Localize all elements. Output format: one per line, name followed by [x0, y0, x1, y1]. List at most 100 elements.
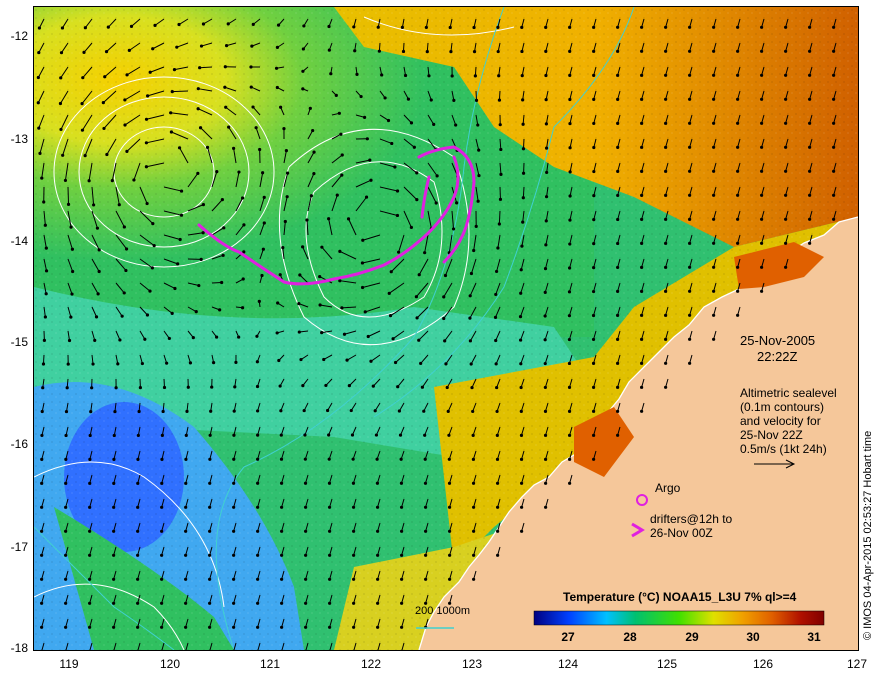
velocity-arrowhead [592, 121, 596, 126]
velocity-arrowhead [240, 306, 245, 310]
velocity-arrowhead [400, 601, 404, 605]
velocity-arrowhead [736, 241, 740, 245]
velocity-arrowhead [495, 433, 499, 437]
velocity-arrowhead [83, 26, 87, 30]
velocity-arrowhead [496, 553, 500, 557]
colorbar-tick-29: 29 [685, 630, 699, 644]
velocity-arrowhead [543, 267, 548, 271]
velocity-arrowhead [237, 335, 241, 339]
velocity-arrowhead [309, 194, 313, 198]
velocity-arrowhead [397, 409, 401, 413]
velocity-arrowhead [233, 385, 237, 389]
velocity-arrowhead [640, 73, 644, 77]
velocity-arrowhead [448, 577, 452, 581]
velocity-arrowhead [403, 73, 408, 78]
velocity-arrowhead [222, 226, 226, 230]
velocity-arrowhead [59, 76, 63, 80]
velocity-arrowhead [278, 384, 282, 388]
velocity-arrowhead [832, 49, 836, 53]
velocity-arrowhead [280, 553, 284, 557]
velocity-arrowhead [175, 45, 179, 49]
velocity-arrowhead [521, 171, 526, 175]
velocity-arrowhead [328, 553, 332, 557]
velocity-arrowhead [165, 361, 169, 365]
velocity-arrowhead [112, 505, 116, 509]
velocity-arrowhead [592, 97, 596, 101]
velocity-arrowhead [520, 49, 524, 54]
velocity-arrowhead [832, 73, 836, 77]
velocity-arrowhead [760, 193, 764, 197]
velocity-arrowhead [688, 241, 692, 245]
velocity-arrowhead [215, 169, 219, 174]
velocity-arrowhead [352, 577, 356, 581]
velocity-arrowhead [337, 111, 341, 115]
velocity-arrowhead [736, 169, 740, 173]
velocity-arrowhead [543, 314, 547, 318]
velocity-arrowhead [256, 553, 260, 557]
velocity-arrowhead [375, 505, 380, 509]
velocity-arrowhead [80, 102, 84, 106]
velocity-arrowhead [208, 577, 212, 581]
velocity-arrowhead [95, 226, 100, 230]
velocity-arrowhead [736, 265, 740, 269]
velocity-arrowhead [282, 127, 286, 131]
velocity-arrowhead [137, 409, 141, 414]
velocity-arrowhead [184, 553, 188, 557]
velocity-arrowhead [567, 314, 572, 318]
velocity-arrowhead [474, 224, 478, 228]
velocity-arrowhead [184, 433, 188, 437]
velocity-arrowhead [279, 457, 284, 461]
velocity-arrowhead [409, 121, 414, 125]
velocity-arrowhead [544, 146, 549, 150]
velocity-arrowhead [256, 505, 260, 509]
velocity-arrowhead [251, 105, 255, 109]
velocity-arrowhead [376, 553, 380, 557]
velocity-arrowhead [447, 481, 452, 485]
credit-text: © IMOS 04-Apr-2015 02:53:27 Hobart time [862, 430, 874, 640]
velocity-arrowhead [88, 529, 92, 533]
velocity-arrowhead [664, 49, 668, 53]
velocity-arrowhead [129, 24, 134, 28]
velocity-arrowhead [498, 123, 502, 127]
velocity-arrowhead [377, 49, 381, 53]
velocity-arrowhead [64, 505, 68, 509]
velocity-arrowhead [64, 601, 68, 605]
lon-label-127: 127 [846, 657, 868, 671]
velocity-arrowhead [349, 408, 353, 413]
velocity-arrowhead [616, 361, 620, 365]
velocity-arrowhead [279, 481, 284, 485]
velocity-arrowhead [784, 169, 788, 173]
velocity-arrowhead [327, 48, 331, 52]
velocity-arrowhead [110, 179, 114, 183]
velocity-arrowhead [368, 158, 372, 162]
velocity-arrowhead [470, 385, 474, 390]
velocity-arrowhead [44, 269, 49, 273]
velocity-arrowhead [473, 74, 477, 78]
velocity-arrowhead [832, 97, 836, 101]
velocity-arrowhead [395, 213, 400, 218]
velocity-arrowhead [140, 361, 144, 366]
velocity-arrowhead [568, 97, 572, 102]
velocity-arrowhead [808, 49, 812, 53]
velocity-arrowhead [40, 481, 44, 485]
velocity-arrowhead [760, 97, 764, 101]
velocity-arrowhead [208, 481, 212, 485]
velocity-arrowhead [592, 194, 596, 198]
velocity-arrowhead [471, 481, 476, 485]
velocity-arrowhead [496, 49, 500, 54]
velocity-arrowhead [615, 313, 620, 317]
velocity-arrowhead [40, 601, 44, 605]
velocity-arrowhead [40, 577, 44, 581]
velocity-arrowhead [232, 601, 236, 605]
velocity-arrowhead [118, 338, 122, 342]
velocity-arrowhead [132, 178, 136, 182]
velocity-arrowhead [688, 73, 692, 77]
velocity-arrowhead [90, 386, 94, 390]
velocity-arrowhead [280, 505, 284, 509]
velocity-arrowhead [36, 75, 40, 80]
velocity-arrowhead [124, 268, 128, 273]
velocity-arrowhead [327, 505, 332, 509]
velocity-arrowhead [520, 25, 524, 29]
velocity-arrowhead [327, 433, 331, 437]
velocity-arrowhead [161, 409, 165, 414]
